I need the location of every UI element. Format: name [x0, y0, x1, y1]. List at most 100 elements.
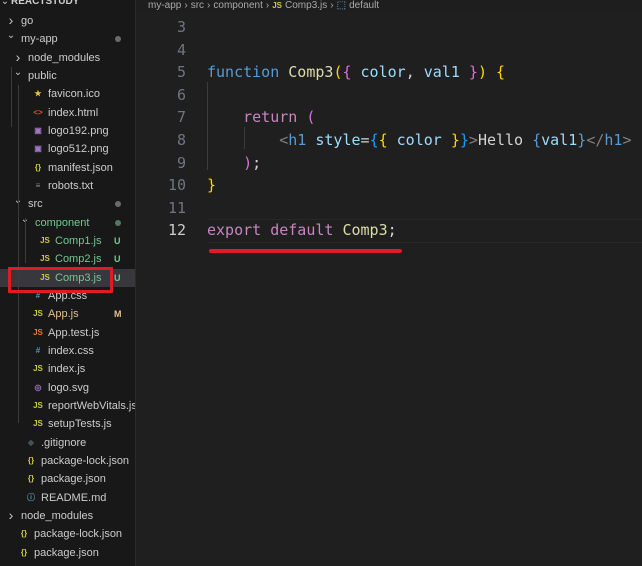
- file-readme-md[interactable]: ⓘ README.md: [0, 489, 135, 507]
- tree-item-label: index.html: [48, 106, 99, 119]
- breadcrumb-item[interactable]: src: [191, 0, 204, 11]
- file-index-html[interactable]: <> index.html: [0, 104, 135, 122]
- file-manifest-json[interactable]: {} manifest.json: [0, 159, 135, 177]
- code-line[interactable]: }: [207, 174, 216, 196]
- breadcrumb-item[interactable]: default: [349, 0, 379, 11]
- code-line[interactable]: );: [207, 152, 261, 174]
- chevron-down-icon: ⌄: [13, 66, 23, 78]
- code-token: {: [496, 63, 506, 82]
- explorer-sidebar: ⌄ REACTSTUDY › go ⌄ my-app › node_modules ⌄ pub…: [0, 0, 136, 566]
- code-line[interactable]: return (: [207, 106, 315, 128]
- file-package-json[interactable]: {} package.json: [0, 470, 135, 488]
- code-line[interactable]: export default Comp3;: [207, 219, 397, 241]
- file-type-icon: {}: [34, 162, 42, 172]
- file--gitignore[interactable]: ◆ .gitignore: [0, 434, 135, 452]
- tree-item-label: logo192.png: [48, 124, 109, 137]
- folder-go[interactable]: › go: [0, 12, 135, 30]
- file-package-lock-json[interactable]: {} package-lock.json: [0, 452, 135, 470]
- breadcrumb-icon[interactable]: ⬚: [337, 0, 346, 11]
- annotation-underline: [209, 249, 402, 253]
- annotation-highlight-box: [8, 267, 113, 293]
- file-type-icon: JS: [40, 254, 50, 264]
- file-comp2-js[interactable]: JS Comp2.js U: [0, 250, 135, 268]
- code-token: Hello: [477, 131, 533, 149]
- code-token: }: [207, 176, 217, 195]
- line-number: 3: [176, 18, 186, 36]
- code-token: ,: [405, 63, 424, 82]
- tree-item-label: go: [21, 15, 34, 27]
- code-token: </: [586, 131, 605, 149]
- line-number: 12: [167, 221, 186, 240]
- file-app-js[interactable]: JS App.js M: [0, 305, 135, 323]
- file-type-icon: JS: [33, 327, 43, 337]
- code-token: function: [207, 63, 280, 82]
- tree-item-label: App.test.js: [48, 326, 100, 339]
- file-type-icon: {}: [20, 547, 28, 557]
- file-package-json[interactable]: {} package.json: [0, 544, 135, 562]
- file-type-icon: ▣: [34, 125, 42, 135]
- file-favicon-ico[interactable]: ★ favicon.ico: [0, 85, 135, 103]
- code-line[interactable]: <h1 style={{ color }}>Hello {val1}</h1>: [207, 129, 631, 151]
- file-type-icon: JS: [33, 400, 43, 410]
- breadcrumb-separator: ›: [184, 0, 188, 11]
- file-type-icon: {}: [27, 474, 35, 484]
- folder-public[interactable]: ⌄ public: [0, 67, 135, 85]
- file-type-icon: JS: [33, 364, 43, 374]
- code-token: Comp3: [342, 221, 388, 240]
- file-setuptests-js[interactable]: JS setupTests.js: [0, 415, 135, 433]
- tree-item-label: index.css: [48, 344, 94, 357]
- line-number: 4: [176, 40, 186, 59]
- line-number: 10: [167, 176, 186, 195]
- code-line[interactable]: function Comp3({ color, val1 }) {: [207, 61, 505, 83]
- git-status-badge: U: [114, 272, 121, 283]
- breadcrumb-item[interactable]: my-app: [148, 0, 181, 11]
- folder-component[interactable]: ⌄component: [0, 214, 135, 232]
- file-package-lock-json[interactable]: {} package-lock.json: [0, 525, 135, 543]
- tree-item-label: component: [35, 216, 90, 229]
- folder-my-app[interactable]: ⌄ my-app: [0, 30, 135, 48]
- breadcrumb-item[interactable]: component: [213, 0, 262, 11]
- breadcrumb-separator: ›: [265, 0, 270, 11]
- code-token: style: [315, 131, 361, 149]
- file-logo512-png[interactable]: ▣ logo512.png: [0, 140, 135, 158]
- tree-item-label: package-lock.json: [34, 528, 123, 541]
- breadcrumb-item[interactable]: Comp3.js: [285, 0, 327, 11]
- tree-item-label: favicon.ico: [48, 88, 100, 101]
- file-logo192-png[interactable]: ▣ logo192.png: [0, 122, 135, 140]
- breadcrumb[interactable]: my-app › src › component › JS Comp3.js › ⬚ default: [136, 0, 642, 12]
- file-index-css[interactable]: # index.css: [0, 342, 135, 360]
- line-number: 7: [176, 108, 186, 127]
- code-token: }: [468, 63, 478, 82]
- git-status-dot: [115, 201, 121, 208]
- chevron-right-icon: ›: [8, 506, 14, 523]
- file-app-test-js[interactable]: JS App.test.js: [0, 324, 135, 342]
- tree-item-label: package.json: [34, 546, 99, 559]
- file-type-icon: JS: [33, 419, 43, 429]
- line-number: 6: [176, 85, 186, 104]
- file-type-icon: JS: [33, 309, 43, 319]
- explorer-root-label: REACTSTUDY: [11, 0, 80, 7]
- code-token: color: [360, 63, 406, 82]
- explorer-root-header[interactable]: ⌄ REACTSTUDY: [0, 0, 135, 9]
- file-comp1-js[interactable]: JS Comp1.js U: [0, 232, 135, 250]
- code-token: export: [207, 221, 262, 240]
- tree-item-label: public: [28, 69, 57, 82]
- code-token: default: [270, 221, 334, 240]
- code-token: val1: [541, 131, 578, 149]
- tree-indent-guide: [18, 213, 19, 423]
- git-status-dot: [115, 219, 121, 226]
- file-logo-svg[interactable]: ◎ logo.svg: [0, 379, 135, 397]
- code-editor[interactable]: 3 4 5 function Comp3({ color, val1 }) {6 7 r…: [136, 12, 642, 566]
- folder-node-modules[interactable]: › node_modules: [0, 507, 135, 525]
- code-token: }: [459, 131, 469, 149]
- code-token: return: [243, 108, 298, 127]
- file-index-js[interactable]: JS index.js: [0, 360, 135, 378]
- file-reportwebvitals-js[interactable]: JS reportWebVitals.js: [0, 397, 135, 415]
- file-type-icon: JS: [40, 235, 50, 245]
- code-token: ;: [387, 221, 397, 240]
- breadcrumb-icon[interactable]: JS: [272, 1, 282, 10]
